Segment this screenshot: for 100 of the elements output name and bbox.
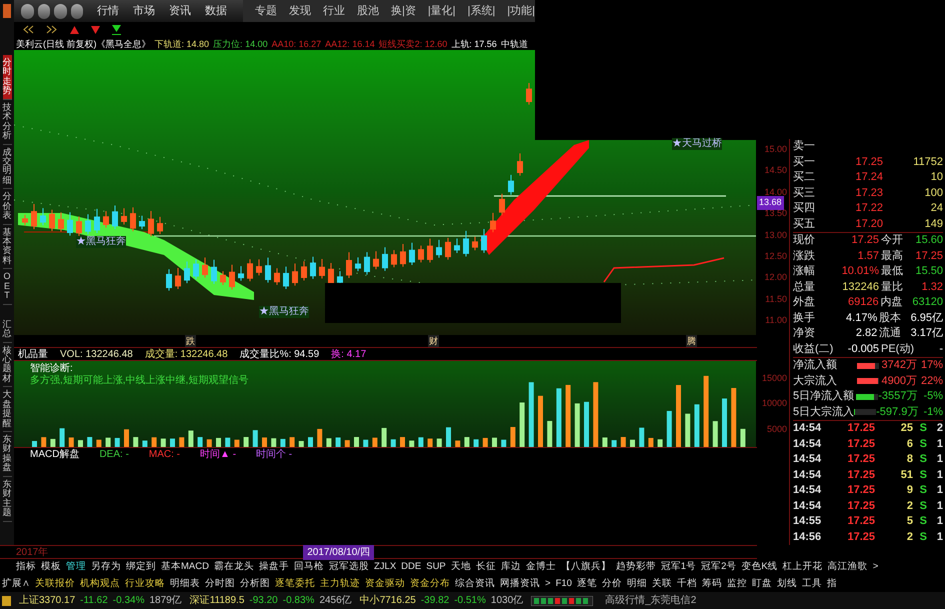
menu-tab[interactable]: 行情 (96, 2, 119, 20)
toolbar-item[interactable]: 分时图 (205, 576, 235, 592)
down-triangle-icon[interactable] (112, 24, 121, 34)
toolbar-item[interactable]: 明细表 (170, 576, 200, 592)
toolbar-item[interactable]: 划线 (776, 576, 797, 592)
volume-header-value: VOL: 132246.48 (60, 348, 133, 362)
menu-tab[interactable]: 发现 (288, 2, 311, 20)
stat-label: 涨幅 (793, 264, 816, 279)
toolbar-item[interactable]: 霸在龙头 (214, 560, 254, 575)
side-tab[interactable]: 汇总 (2, 316, 12, 342)
side-tab[interactable]: 核心题材 (2, 342, 12, 388)
menu-tab[interactable]: |功能| (507, 2, 535, 20)
toolbar-item[interactable]: 冠军选股 (328, 560, 369, 575)
toolbar-item[interactable]: 逐笔委托 (275, 576, 315, 592)
toolbar-item[interactable]: 综合资讯 (455, 576, 495, 592)
up-triangle-icon[interactable] (70, 26, 79, 34)
toolbar-item[interactable]: 明细 (626, 576, 647, 592)
menu-tab[interactable]: 专题 (254, 2, 277, 20)
toolbar-item[interactable]: 指 (826, 576, 837, 592)
toolbar-item[interactable]: 天地 (450, 560, 471, 575)
toolbar-item[interactable]: 分价 (602, 576, 622, 592)
toolbar-item[interactable]: 分析图 (240, 576, 270, 592)
toolbar-item[interactable]: 【八旗兵】 (560, 560, 611, 575)
toolbar-item[interactable]: 工具 (802, 576, 822, 592)
toolbar-item[interactable]: 金博士 (526, 560, 556, 575)
toolbar-item[interactable]: 千档 (676, 576, 697, 592)
window-control-button[interactable] (70, 4, 83, 18)
toolbar-item[interactable]: > (545, 576, 551, 592)
stat-label: 换手 (793, 310, 816, 326)
toolbar-item[interactable]: 库边 (500, 560, 521, 575)
candlestick (85, 214, 91, 235)
index-change: -11.62 (80, 594, 108, 608)
menu-tab[interactable]: 行业 (322, 2, 345, 20)
toolbar-item[interactable]: 变色K线 (741, 560, 778, 575)
toolbar-item[interactable]: 高江渔歌 (828, 560, 868, 575)
toolbar-item[interactable]: 操盘手 (258, 560, 289, 575)
toolbar-item[interactable]: 回马枪 (294, 560, 324, 575)
bid-price: 17.25 (854, 154, 883, 170)
window-control-button[interactable] (38, 4, 50, 18)
toolbar-item[interactable]: 关联 (652, 576, 672, 592)
toolbar-item[interactable]: 网播资讯 (500, 576, 540, 592)
menu-tab[interactable]: 股池 (356, 2, 379, 20)
toolbar-item[interactable]: 主力轨迹 (320, 576, 360, 592)
menu-tab[interactable]: 资讯 (168, 2, 191, 20)
toolbar-item[interactable]: 指标 (16, 560, 36, 575)
candlestick (490, 212, 496, 233)
flow-label: 5日大宗流入 (793, 404, 854, 420)
toolbar-item[interactable]: 趋势彩带 (616, 560, 656, 575)
toolbar-item[interactable]: 另存为 (91, 560, 121, 575)
toolbar-item[interactable]: 绑定到 (126, 560, 156, 575)
side-tab[interactable]: 东财主题 (2, 476, 12, 522)
tick-side: S (918, 514, 927, 529)
side-tab[interactable]: 东财操盘 (2, 432, 12, 477)
toolbar-item[interactable]: 盯盘 (752, 576, 772, 592)
toolbar-item[interactable]: 逐笔 (576, 576, 597, 592)
side-tab[interactable]: 分价表 (2, 189, 12, 225)
toolbar-item[interactable]: > (872, 560, 878, 575)
side-tab[interactable]: 基本资料 (2, 224, 12, 270)
side-tab[interactable]: 成交明细 (2, 144, 12, 190)
date-axis-label: 2017年 (16, 546, 48, 560)
toolbar-item[interactable]: 模板 (41, 560, 61, 575)
double-left-chevron-icon[interactable] (22, 25, 34, 34)
tick-time: 14:56 (793, 530, 822, 544)
window-control-button[interactable] (54, 4, 67, 18)
toolbar-item[interactable]: DDE (401, 560, 422, 575)
menu-tab[interactable]: 市场 (132, 2, 155, 20)
toolbar-item[interactable]: 基本MACD (161, 560, 209, 575)
toolbar-item[interactable]: 资金驱动 (365, 576, 405, 592)
toolbar-item[interactable]: 冠军1号 (660, 560, 696, 575)
stat-label: 最高 (881, 248, 904, 264)
toolbar-item[interactable]: 长征 (476, 560, 496, 575)
toolbar-item[interactable]: SUP (426, 560, 446, 575)
down-triangle-icon[interactable] (91, 26, 100, 34)
toolbar-item[interactable]: 筹码 (702, 576, 722, 592)
toolbar-item[interactable]: 关联报价 (35, 576, 75, 592)
toolbar-item[interactable]: 资金分布 (410, 576, 450, 592)
candlestick (301, 260, 307, 282)
toolbar-item[interactable]: 冠军2号 (701, 560, 736, 575)
toolbar-item[interactable]: ZJLX (374, 560, 396, 575)
menu-tab[interactable]: |量化| (428, 2, 456, 20)
flow-percent: -5% (922, 389, 943, 404)
toolbar-item[interactable]: 行业攻略 (125, 576, 165, 592)
candlestick (166, 268, 172, 292)
toolbar-item[interactable]: 监控 (726, 576, 747, 592)
toolbar-item[interactable]: 管理 (66, 560, 86, 575)
toolbar-item[interactable]: F10 (556, 576, 572, 592)
tick-count: 1 (936, 483, 943, 498)
toolbar-item[interactable]: 机构观点 (80, 576, 120, 592)
double-right-chevron-icon[interactable] (46, 25, 58, 34)
toolbar-item[interactable]: 扩展∧ (2, 576, 30, 592)
window-control-button[interactable] (21, 4, 34, 18)
menu-tab[interactable]: 数据 (204, 2, 227, 20)
tick-count: 1 (936, 514, 943, 529)
menu-tab[interactable]: 换|资 (390, 2, 416, 20)
side-tab[interactable]: 技术分析 (2, 100, 12, 144)
side-tab[interactable]: 大盘提醒 (2, 387, 12, 432)
menu-tab[interactable]: |系统| (468, 2, 496, 20)
volume-axis-label: 5000 (766, 422, 787, 436)
toolbar-item[interactable]: 杠上开花 (782, 560, 823, 575)
tick-price: 17.25 (846, 498, 875, 514)
